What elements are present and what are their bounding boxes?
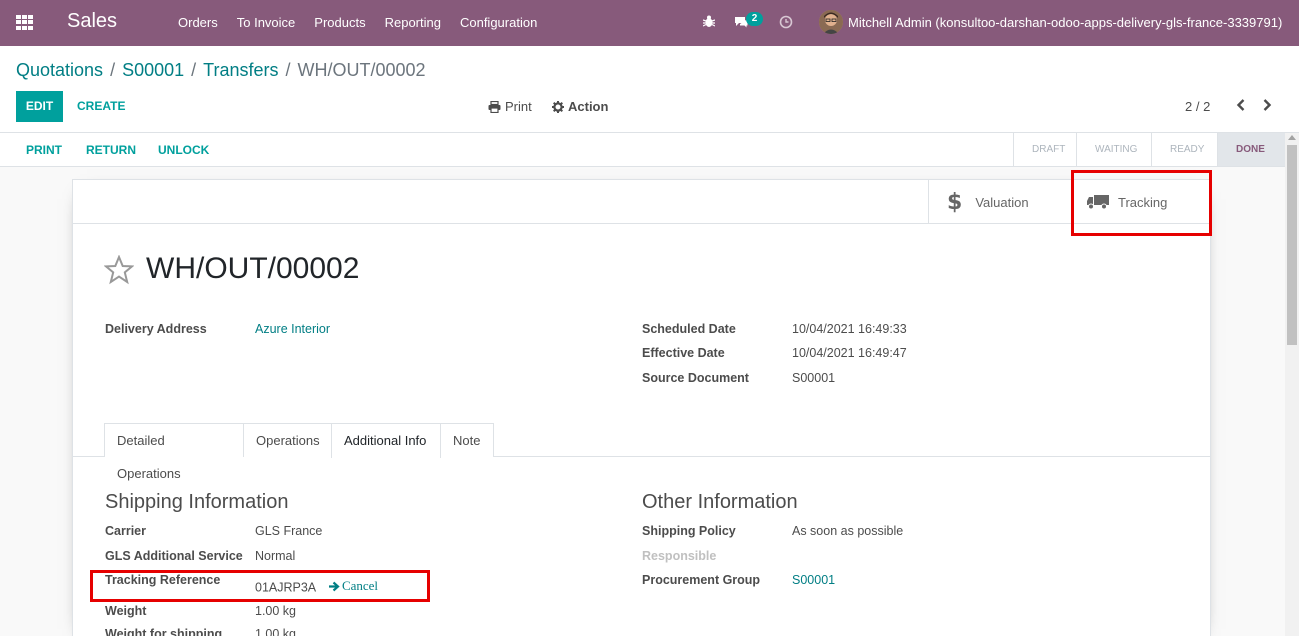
breadcrumb-transfers[interactable]: Transfers <box>203 60 278 81</box>
breadcrumb-separator: / <box>285 60 291 80</box>
tracking-ref-label: Tracking Reference <box>105 573 221 587</box>
other-info-title: Other Information <box>642 491 798 513</box>
action-label: Action <box>568 99 609 114</box>
tracking-button[interactable]: Tracking <box>1072 180 1212 224</box>
scrollbar[interactable] <box>1285 133 1299 636</box>
shipping-policy-value[interactable]: As soon as possible <box>792 524 903 538</box>
clock-icon[interactable] <box>779 15 793 29</box>
state-ready: READY <box>1151 133 1217 166</box>
user-avatar[interactable] <box>819 10 843 34</box>
scroll-up-arrow-icon[interactable] <box>1288 135 1296 140</box>
print-dropdown[interactable]: Print <box>488 99 532 114</box>
menu-configuration[interactable]: Configuration <box>460 15 537 30</box>
app-brand[interactable]: Sales <box>67 10 117 33</box>
tab-note[interactable]: Note <box>440 423 494 457</box>
menu-to-invoice[interactable]: To Invoice <box>237 15 296 30</box>
cancel-label: Cancel <box>341 578 379 593</box>
weight-value: 1.00 kg <box>255 604 297 618</box>
print-button[interactable]: PRINT <box>26 143 62 157</box>
effective-date-label: Effective Date <box>642 346 725 360</box>
tab-operations[interactable]: Operations <box>243 423 332 457</box>
effective-date-value: 10/04/2021 16:49:47 <box>792 346 907 360</box>
scroll-thumb[interactable] <box>1287 145 1297 345</box>
shipping-info-title: Shipping Information <box>105 491 289 513</box>
tracking-ref-field: 01AJRP3A Cancel <box>255 578 378 595</box>
print-label: Print <box>505 99 532 114</box>
weight-label: Weight <box>105 604 147 618</box>
dollar-icon: $ <box>947 189 963 215</box>
record-title: WH/OUT/00002 <box>146 252 360 285</box>
truck-icon <box>1087 195 1109 210</box>
carrier-label: Carrier <box>105 524 146 538</box>
procurement-group-label: Procurement Group <box>642 573 761 587</box>
menu-orders[interactable]: Orders <box>178 15 218 30</box>
return-button[interactable]: RETURN <box>86 143 136 157</box>
weight-shipping-label: Weight for shipping <box>105 627 223 636</box>
breadcrumb-current: WH/OUT/00002 <box>297 60 426 80</box>
tab-detailed-operations[interactable]: Detailed Operations <box>104 423 244 481</box>
breadcrumb-separator: / <box>110 60 116 80</box>
menu-reporting[interactable]: Reporting <box>385 15 441 30</box>
responsible-label: Responsible <box>642 549 717 563</box>
carrier-value: GLS France <box>255 524 323 538</box>
smart-button-box: $ Valuation Tracking <box>73 180 1210 224</box>
apps-menu-icon[interactable] <box>16 15 33 30</box>
action-dropdown[interactable]: Action <box>552 99 608 114</box>
print-icon <box>488 100 501 113</box>
main-menu: Orders To Invoice Products Reporting Con… <box>178 15 556 30</box>
state-draft: DRAFT <box>1013 133 1076 166</box>
status-pipeline: DRAFT WAITING READY DONE <box>1013 133 1285 166</box>
control-panel: Quotations / S00001 / Transfers / WH/OUT… <box>0 46 1299 133</box>
unlock-button[interactable]: UNLOCK <box>158 143 209 157</box>
valuation-button[interactable]: $ Valuation <box>928 180 1072 224</box>
bug-icon[interactable] <box>703 15 715 28</box>
menu-products[interactable]: Products <box>314 15 365 30</box>
top-navbar: Sales Orders To Invoice Products Reporti… <box>0 0 1299 46</box>
state-waiting: WAITING <box>1076 133 1151 166</box>
valuation-label: Valuation <box>975 194 1029 210</box>
delivery-address-link[interactable]: Azure Interior <box>255 322 330 336</box>
delivery-address-label: Delivery Address <box>105 322 207 336</box>
shipping-policy-label: Shipping Policy <box>642 524 736 538</box>
source-document-value: S00001 <box>792 371 836 385</box>
form-sheet: $ Valuation Tracking <box>72 179 1211 636</box>
breadcrumb: Quotations / S00001 / Transfers / WH/OUT… <box>16 60 426 81</box>
cancel-shipment-link[interactable]: Cancel <box>328 578 379 594</box>
form-statusbar: PRINT RETURN UNLOCK DRAFT WAITING READY … <box>0 133 1299 167</box>
breadcrumb-separator: / <box>191 60 197 80</box>
scheduled-date-value: 10/04/2021 16:49:33 <box>792 322 907 336</box>
state-done: DONE <box>1217 133 1285 166</box>
chevron-right-icon[interactable] <box>1262 99 1272 111</box>
tab-additional-info[interactable]: Additional Info <box>331 423 441 458</box>
gear-icon <box>552 100 564 113</box>
weight-shipping-value: 1.00 kg <box>255 627 297 636</box>
arrow-right-icon <box>328 581 340 591</box>
tracking-label: Tracking <box>1118 194 1168 210</box>
breadcrumb-quotations[interactable]: Quotations <box>16 60 103 81</box>
gls-service-value: Normal <box>255 549 296 563</box>
user-menu[interactable]: Mitchell Admin (konsultoo-darshan-odoo-a… <box>848 15 1282 30</box>
gls-service-label: GLS Additional Service <box>105 549 243 563</box>
scheduled-date-label: Scheduled Date <box>642 322 736 336</box>
create-button[interactable]: CREATE <box>77 99 125 113</box>
tracking-ref-value: 01AJRP3A <box>255 580 316 595</box>
chat-count-badge: 2 <box>746 12 763 26</box>
edit-button[interactable]: EDIT <box>16 91 63 122</box>
source-document-label: Source Document <box>642 371 749 385</box>
chevron-left-icon[interactable] <box>1236 99 1246 111</box>
pager-value[interactable]: 2 / 2 <box>1185 99 1210 114</box>
star-icon[interactable] <box>104 255 134 285</box>
breadcrumb-sale-order[interactable]: S00001 <box>122 60 184 81</box>
procurement-group-link[interactable]: S00001 <box>792 573 835 587</box>
